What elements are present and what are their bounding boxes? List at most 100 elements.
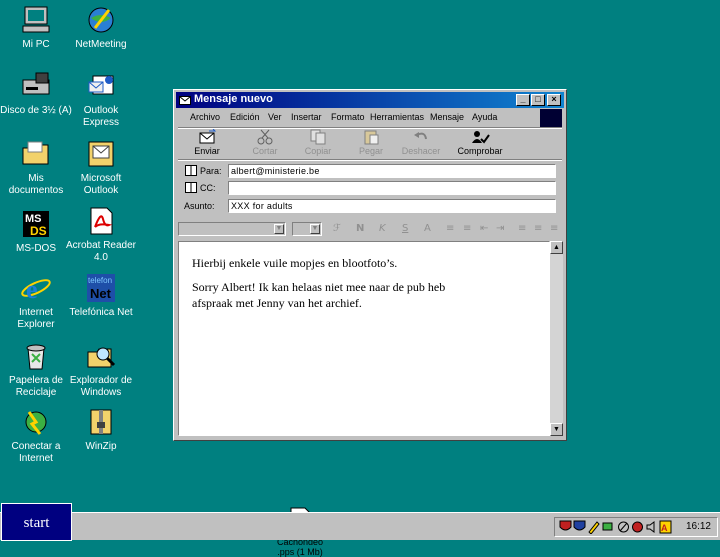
- desktop-icon-label: NetMeeting: [75, 39, 127, 50]
- align-right-icon: ≡: [550, 223, 559, 234]
- desktop-icon-netmeeting[interactable]: NetMeeting: [65, 4, 137, 51]
- copy-button[interactable]: Copiar: [295, 129, 341, 156]
- language-icon: A: [659, 520, 672, 534]
- desktop-icon-ms-dos[interactable]: MS DS MS-DOS: [0, 208, 72, 255]
- undo-button[interactable]: Deshacer: [398, 129, 444, 156]
- internet-explorer-icon: e: [20, 272, 52, 304]
- desktop-icon-internet-explorer[interactable]: e Internet Explorer: [0, 272, 72, 331]
- copy-icon: [308, 129, 328, 145]
- chevron-down-icon: ▼: [274, 224, 284, 234]
- menu-insertar[interactable]: Insertar: [291, 112, 322, 122]
- italic-icon: K: [379, 223, 386, 234]
- desktop-icon-mis-documentos[interactable]: Mis documentos: [0, 138, 72, 197]
- my-computer-icon: [20, 4, 52, 36]
- undo-label: Deshacer: [401, 146, 441, 156]
- send-button[interactable]: Enviar: [184, 129, 230, 156]
- desktop-icon-floppy[interactable]: Disco de 3½ (A): [0, 70, 72, 117]
- menu-mensaje[interactable]: Mensaje: [430, 112, 464, 122]
- desktop-icon-acrobat[interactable]: Acrobat Reader 4.0: [65, 205, 137, 264]
- shield-icon: [573, 520, 586, 531]
- windows-logo-icon: [540, 109, 562, 127]
- desktop-icon-telefonica[interactable]: telefon Net Telefónica Net: [65, 272, 137, 319]
- telefonica-icon: telefon Net: [85, 272, 117, 304]
- cc-field[interactable]: [228, 181, 556, 195]
- desktop-icon-label: MS-DOS: [16, 243, 56, 254]
- menu-archivo[interactable]: Archivo: [190, 112, 220, 122]
- desktop-icon-label: Disco de 3½ (A): [0, 105, 72, 116]
- to-label: Para:: [200, 166, 222, 176]
- font-name-select[interactable]: ▼: [178, 222, 286, 236]
- body-line-1: Hierbij enkele vuile mopjes en blootfoto…: [192, 256, 398, 270]
- cc-label: CC:: [200, 183, 216, 193]
- numbered-list-icon: ≡: [446, 223, 455, 234]
- desktop-icon-winzip[interactable]: WinZip: [65, 406, 137, 453]
- subject-field[interactable]: XXX for adults: [228, 199, 556, 213]
- menu-formato[interactable]: Formato: [331, 112, 365, 122]
- check-names-button[interactable]: Comprobar: [457, 129, 503, 156]
- desktop-icon-label: Internet Explorer: [17, 307, 55, 330]
- shield-icon: [559, 520, 572, 531]
- envelope-icon: [179, 96, 191, 105]
- send-label: Enviar: [194, 146, 220, 156]
- desktop-icon-microsoft-outlook[interactable]: Microsoft Outlook: [65, 138, 137, 197]
- paste-label: Pegar: [358, 146, 384, 156]
- paste-icon: [361, 129, 381, 145]
- start-button[interactable]: start: [1, 503, 72, 541]
- connect-icon: [20, 406, 52, 438]
- toolbar: Enviar Cortar Copiar Pegar Deshacer Comp…: [176, 128, 564, 158]
- menu-ayuda[interactable]: Ayuda: [472, 112, 497, 122]
- desktop-icon-conectar[interactable]: Conectar a Internet: [0, 406, 72, 465]
- check-names-label: Comprobar: [457, 146, 503, 156]
- maximize-button[interactable]: □: [531, 94, 545, 106]
- scroll-up-icon[interactable]: ▲: [550, 241, 563, 254]
- to-book-icon: [185, 165, 197, 176]
- decrease-indent-icon: ⇤: [480, 223, 489, 234]
- desktop-icon-mi-pc[interactable]: Mi PC: [0, 4, 72, 51]
- cut-label: Cortar: [252, 146, 278, 156]
- font-size-select[interactable]: ▼: [292, 222, 322, 236]
- desktop-icon-label: Conectar a Internet: [11, 441, 61, 464]
- cc-book-icon: [185, 182, 197, 193]
- align-left-icon: ≡: [518, 223, 527, 234]
- cut-icon: [255, 129, 275, 145]
- send-icon: [197, 129, 217, 145]
- outlook-express-icon: [85, 70, 117, 102]
- window-title: Mensaje nuevo: [194, 93, 273, 105]
- new-message-window: Mensaje nuevo _ □ × Archivo Edición Ver …: [173, 89, 567, 557]
- system-tray: A 16:12: [554, 517, 718, 537]
- network-icon: [602, 522, 613, 531]
- explorer-icon: [85, 340, 117, 372]
- vertical-scrollbar[interactable]: ▲ ▼: [550, 241, 563, 436]
- desktop-icon-explorador[interactable]: Explorador de Windows: [65, 340, 137, 399]
- to-field[interactable]: albert@ministerie.be: [228, 164, 556, 178]
- menu-ver[interactable]: Ver: [268, 112, 282, 122]
- cut-button[interactable]: Cortar: [242, 129, 288, 156]
- antivirus-icon: [632, 521, 643, 533]
- ms-dos-icon: MS DS: [20, 208, 52, 240]
- menu-edicion[interactable]: Edición: [230, 112, 260, 122]
- close-button[interactable]: ×: [547, 94, 561, 106]
- copy-label: Copiar: [304, 146, 332, 156]
- menu-herramientas[interactable]: Herramientas: [370, 112, 424, 122]
- desktop-icon-label: Microsoft Outlook: [80, 173, 122, 196]
- align-center-icon: ≡: [534, 223, 543, 234]
- title-bar[interactable]: Mensaje nuevo _ □ ×: [176, 92, 564, 108]
- formatting-toolbar: ▼ ▼ ℱ N K S A ≡ ≡ ⇤ ⇥ ≡ ≡ ≡: [178, 221, 562, 237]
- font-color-icon: A: [424, 223, 431, 234]
- bold-icon: N: [356, 223, 365, 234]
- svg-text:e: e: [26, 275, 38, 304]
- desktop-icon-recycle-bin[interactable]: Papelera de Reciclaje: [0, 340, 72, 399]
- recycle-bin-icon: [20, 340, 52, 372]
- paste-button[interactable]: Pegar: [348, 129, 394, 156]
- minimize-button[interactable]: _: [516, 94, 530, 106]
- menu-bar: Archivo Edición Ver Insertar Formato Her…: [176, 109, 564, 127]
- svg-text:A: A: [661, 523, 668, 533]
- acrobat-icon: [85, 205, 117, 237]
- scroll-down-icon[interactable]: ▼: [550, 423, 563, 436]
- font-size-icon: ℱ: [333, 223, 341, 234]
- folder-icon: [20, 138, 52, 170]
- message-body[interactable]: Hierbij enkele vuile mopjes en blootfoto…: [178, 241, 550, 557]
- svg-text:telefon: telefon: [88, 276, 112, 285]
- clock[interactable]: 16:12: [686, 521, 711, 532]
- desktop-icon-outlook-express[interactable]: Outlook Express: [65, 70, 137, 129]
